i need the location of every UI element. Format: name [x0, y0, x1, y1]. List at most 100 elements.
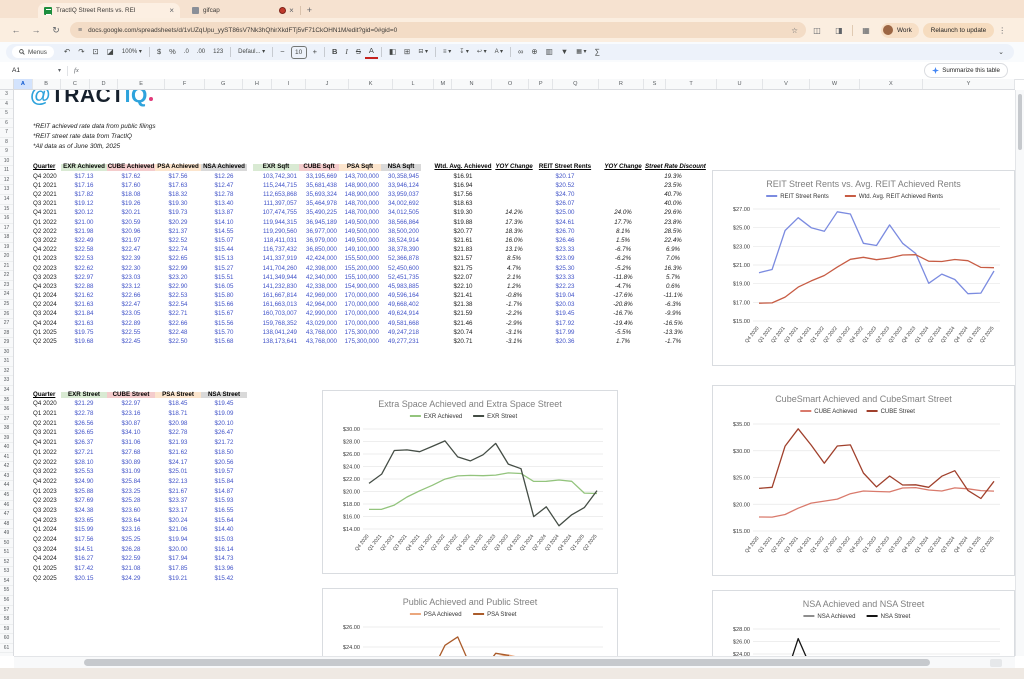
column-header-D[interactable]: D	[90, 79, 118, 89]
cell[interactable]: $20.15	[61, 575, 107, 582]
percent-format-button[interactable]: %	[165, 44, 180, 60]
cell[interactable]: $22.62	[61, 265, 107, 272]
cell[interactable]: 7.0%	[645, 256, 701, 262]
cell[interactable]: $12.47	[201, 182, 247, 189]
header-cell[interactable]: CUBE Street	[107, 391, 155, 398]
chart-reit-street-vs-achieved[interactable]: REIT Street Rents vs. Avg. REIT Achieved…	[712, 170, 1015, 366]
cell[interactable]: 155,200,000	[339, 265, 381, 272]
cell[interactable]: $22.45	[107, 338, 155, 345]
row-header-13[interactable]: 13	[0, 185, 13, 196]
cell[interactable]: Q4 2021	[33, 439, 61, 446]
cell[interactable]: $23.25	[107, 488, 155, 495]
row-header-43[interactable]: 43	[0, 472, 13, 482]
cell[interactable]: $14.10	[201, 219, 247, 226]
cell[interactable]: $21.97	[107, 237, 155, 244]
column-header-K[interactable]: K	[349, 79, 393, 89]
cell[interactable]: $23.16	[107, 410, 155, 417]
cell[interactable]: 49,277,231	[381, 338, 421, 345]
cell[interactable]: $21.93	[155, 439, 201, 446]
cell[interactable]: 170,000,000	[339, 292, 381, 299]
cell[interactable]: $20.29	[155, 219, 201, 226]
cell[interactable]: $21.63	[61, 302, 107, 308]
row-header-44[interactable]: 44	[0, 481, 13, 491]
profile-chip[interactable]: Work	[881, 22, 919, 38]
cell[interactable]: 29.6%	[645, 210, 701, 216]
forward-icon[interactable]: →	[26, 25, 46, 35]
cell[interactable]: Q3 2023	[33, 274, 61, 281]
cell[interactable]: 28.5%	[645, 228, 701, 235]
cell[interactable]: 5.7%	[645, 274, 701, 281]
cell[interactable]: 42,969,000	[299, 292, 339, 299]
vertical-scrollbar-thumb[interactable]	[1018, 94, 1022, 150]
cell[interactable]: 33,959,037	[381, 191, 421, 198]
cell[interactable]: Q1 2023	[33, 488, 61, 495]
increase-font-size-button[interactable]: +	[309, 44, 321, 60]
header-cell[interactable]: Quarter	[33, 391, 61, 398]
cell[interactable]: Q4 2022	[33, 246, 61, 253]
row-header-47[interactable]: 47	[0, 510, 13, 520]
cell[interactable]: 8.1%	[601, 228, 645, 235]
cell[interactable]: 45,983,885	[381, 283, 421, 290]
cell[interactable]: $15.70	[201, 329, 247, 336]
cell[interactable]: $23.37	[155, 498, 201, 504]
cell[interactable]: $23.33	[535, 274, 595, 281]
row-header-27[interactable]: 27	[0, 319, 13, 329]
cell[interactable]: $16.94	[433, 182, 493, 189]
cell[interactable]: Q1 2022	[33, 449, 61, 456]
cell[interactable]: $20.24	[155, 517, 201, 524]
cell[interactable]: $17.85	[155, 565, 201, 572]
cell[interactable]: $13.96	[201, 565, 247, 572]
cell[interactable]: $25.01	[155, 469, 201, 475]
cell[interactable]: 170,000,000	[339, 302, 381, 308]
cell[interactable]: -6.2%	[601, 256, 645, 262]
cell[interactable]: $28.10	[61, 459, 107, 466]
cell[interactable]: 149,500,000	[339, 237, 381, 244]
cell[interactable]: Q1 2023	[33, 256, 61, 262]
cell[interactable]: -13.3%	[645, 329, 701, 336]
cell[interactable]: $19.09	[201, 410, 247, 417]
cell[interactable]: 159,768,352	[253, 320, 299, 327]
cell[interactable]: $23.20	[155, 274, 201, 281]
cell[interactable]: $21.06	[155, 527, 201, 533]
row-header-26[interactable]: 26	[0, 310, 13, 320]
column-header-R[interactable]: R	[599, 79, 645, 89]
cell[interactable]: 33,946,124	[381, 182, 421, 189]
header-cell[interactable]: Wtd. Avg. Achieved	[433, 164, 493, 170]
cell[interactable]: $25.28	[107, 498, 155, 504]
cell[interactable]: 4.7%	[493, 265, 535, 272]
strikethrough-button[interactable]: S	[352, 44, 365, 60]
cell[interactable]: Q2 2023	[33, 498, 61, 504]
cell[interactable]: 141,337,919	[253, 256, 299, 262]
cell[interactable]: Q1 2022	[33, 219, 61, 226]
header-cell[interactable]: EXR Sqft	[253, 164, 299, 171]
cell[interactable]: 111,397,057	[253, 201, 299, 207]
row-header-14[interactable]: 14	[0, 195, 13, 205]
cell[interactable]: $21.08	[107, 565, 155, 572]
cell[interactable]: Q1 2021	[33, 182, 61, 189]
cell[interactable]: $22.66	[155, 320, 201, 327]
header-cell[interactable]: YOY Change	[493, 164, 535, 170]
cell[interactable]: 116,737,432	[253, 246, 299, 253]
row-header-41[interactable]: 41	[0, 453, 13, 463]
cell[interactable]: $17.62	[107, 173, 155, 180]
vertical-scrollbar[interactable]	[1015, 90, 1024, 656]
row-header-12[interactable]: 12	[0, 176, 13, 186]
row-header-54[interactable]: 54	[0, 577, 13, 587]
cell[interactable]: Q2 2022	[33, 459, 61, 466]
cell[interactable]: 42,338,000	[299, 283, 339, 290]
cell[interactable]: $19.26	[107, 201, 155, 207]
cell[interactable]: 24.0%	[601, 210, 645, 216]
chart-extra-space[interactable]: Extra Space Achieved and Extra Space Str…	[322, 390, 618, 574]
cell[interactable]: $22.71	[155, 311, 201, 317]
insert-chart-icon[interactable]: ▥	[542, 44, 557, 60]
cell[interactable]: 16.0%	[493, 237, 535, 244]
cell[interactable]: Q1 2025	[33, 565, 61, 572]
cell[interactable]: $17.56	[61, 536, 107, 543]
cell[interactable]: 38,500,200	[381, 228, 421, 235]
cell[interactable]: 43,768,000	[299, 329, 339, 336]
cell[interactable]: $26.65	[61, 430, 107, 436]
cell[interactable]: -5.2%	[601, 265, 645, 272]
row-header-15[interactable]: 15	[0, 205, 13, 215]
cell[interactable]: $23.60	[107, 507, 155, 514]
cell[interactable]: 107,474,755	[253, 210, 299, 216]
